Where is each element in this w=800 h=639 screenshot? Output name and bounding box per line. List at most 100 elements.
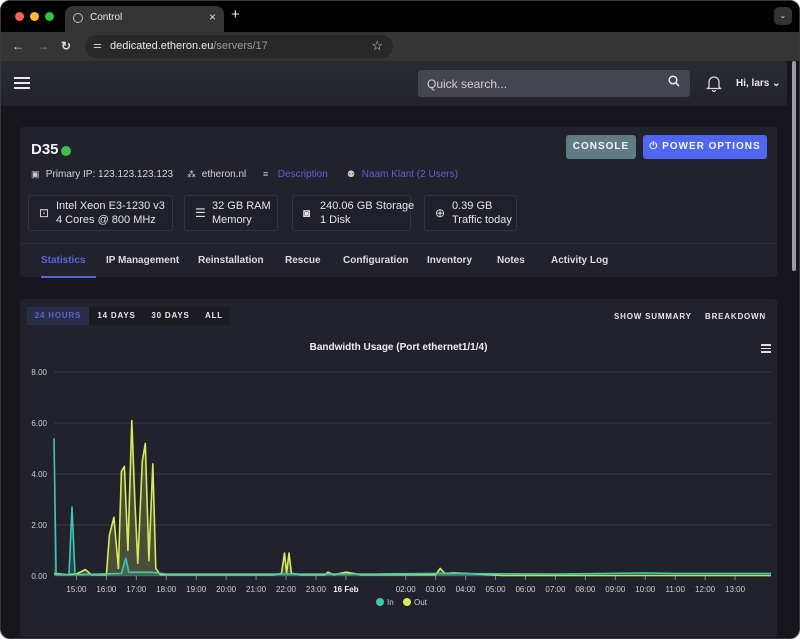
bandwidth-chart-card: 24 HOURS 14 DAYS 30 DAYS ALL SHOW SUMMAR…: [20, 299, 777, 637]
primary-ip: ▣ Primary IP: 123.123.123.123: [31, 169, 174, 180]
bandwidth-chart: 0.00 2.00 4.00 6.00 8.00 15:00 16:00 17:00 18:00…: [31, 368, 771, 607]
x-tick-label: 11:00: [665, 585, 685, 594]
x-tick-label: 03:00: [426, 585, 447, 594]
url-host: dedicated.etheron.eu: [110, 40, 214, 52]
active-tab-indicator: [41, 276, 96, 278]
tab-close-icon[interactable]: ×: [209, 10, 216, 24]
legend-marker-in: [376, 598, 384, 606]
tab-reinstallation[interactable]: Reinstallation: [198, 255, 264, 266]
power-icon: ⏻: [649, 141, 663, 152]
back-icon[interactable]: ←: [12, 39, 24, 53]
domain: ⁂ etheron.nl: [187, 169, 247, 180]
legend-label-out: Out: [414, 598, 428, 607]
tab-title: Control: [90, 12, 123, 23]
server-tabs: Statistics IP Management Reinstallation …: [20, 243, 777, 278]
x-tick-label: 19:00: [186, 585, 207, 594]
legend-marker-out: [403, 598, 411, 606]
network-icon: ⊕: [435, 206, 446, 220]
close-window-button[interactable]: [15, 12, 24, 21]
app-header: Quick search... Hi, lars ⌄: [1, 61, 787, 106]
ip-icon: ▣: [31, 169, 40, 179]
y-tick-label: 8.00: [31, 368, 47, 377]
x-tick-label: 09:00: [605, 585, 626, 594]
x-tick-label: 16:00: [96, 585, 117, 594]
quick-search-input[interactable]: Quick search...: [418, 70, 690, 97]
url-text[interactable]: dedicated.etheron.eu/servers/17: [110, 40, 268, 52]
server-name: D35: [31, 141, 59, 158]
maximize-window-button[interactable]: [45, 12, 54, 21]
x-tick-label: 12:00: [695, 585, 716, 594]
tab-rescue[interactable]: Rescue: [285, 255, 321, 266]
browser-tab[interactable]: Control ×: [65, 6, 224, 32]
tab-notes[interactable]: Notes: [497, 255, 525, 266]
browser-tab-bar: Control × + ⌄: [1, 1, 799, 32]
minimize-window-button[interactable]: [30, 12, 39, 21]
x-tick-label: 17:00: [126, 585, 147, 594]
description-lines-icon: ≡: [263, 169, 269, 179]
tab-activity-log[interactable]: Activity Log: [551, 255, 608, 266]
x-tick-label: 13:00: [725, 585, 746, 594]
tab-ip-management[interactable]: IP Management: [106, 255, 179, 266]
globe-icon: [73, 13, 83, 23]
x-tick-label: 07:00: [545, 585, 566, 594]
memory-icon: ☰: [195, 206, 206, 220]
cpu-icon: ⊡: [39, 206, 50, 220]
spec-cpu: ⊡ Intel Xeon E3-1230 v3 4 Cores @ 800 MH…: [28, 195, 173, 231]
series-line-in: [53, 438, 771, 576]
bookmark-star-icon[interactable]: ☆: [371, 38, 383, 54]
site-settings-icon[interactable]: ⚌: [93, 40, 102, 51]
x-tick-label: 02:00: [396, 585, 417, 594]
x-tick-label: 15:00: [66, 585, 87, 594]
x-tick-label: 21:00: [246, 585, 267, 594]
series-area-out: [54, 420, 771, 576]
series-line-out: [53, 419, 771, 577]
customer-link[interactable]: ⚉ Naam Klant (2 Users): [347, 169, 458, 180]
spec-traffic: ⊕ 0.39 GB Traffic today: [424, 195, 517, 231]
x-tick-label: 08:00: [575, 585, 596, 594]
page-content: Quick search... Hi, lars ⌄ D35 CONSOLE ⏻…: [1, 61, 799, 638]
notifications-bell-icon[interactable]: [706, 74, 722, 92]
tab-inventory[interactable]: Inventory: [427, 255, 472, 266]
forward-icon[interactable]: →: [37, 39, 49, 53]
url-path: /servers/17: [213, 40, 268, 52]
page-scrollbar[interactable]: [787, 61, 799, 638]
user-icon: ⚉: [347, 169, 356, 179]
tab-statistics[interactable]: Statistics: [41, 255, 85, 266]
y-tick-label: 0.00: [31, 572, 47, 581]
reload-icon[interactable]: ↻: [61, 39, 71, 53]
browser-toolbar: ← → ↻ ⚌ dedicated.etheron.eu/servers/17 …: [1, 32, 799, 61]
search-icon[interactable]: [668, 75, 680, 87]
user-menu[interactable]: Hi, lars ⌄: [736, 78, 781, 89]
x-tick-label: 04:00: [456, 585, 477, 594]
x-tick-label: 18:00: [156, 585, 177, 594]
new-tab-button[interactable]: +: [231, 6, 240, 23]
x-tick-label: 10:00: [635, 585, 656, 594]
x-tick-label: 23:00: [306, 585, 327, 594]
status-online-indicator: [61, 146, 71, 156]
y-tick-label: 6.00: [31, 419, 47, 428]
search-placeholder: Quick search...: [427, 77, 508, 91]
x-tick-label: 05:00: [486, 585, 507, 594]
x-tick-label: 20:00: [216, 585, 237, 594]
y-tick-label: 2.00: [31, 521, 47, 530]
series-area-in: [54, 438, 771, 576]
address-bar[interactable]: ⚌ dedicated.etheron.eu/servers/17 ☆: [85, 35, 393, 58]
x-tick-label: 22:00: [276, 585, 297, 594]
console-button[interactable]: CONSOLE: [566, 135, 636, 159]
description-link[interactable]: ≡ Description: [263, 169, 328, 180]
x-tick-label: 16 Feb: [333, 585, 358, 594]
disk-icon: ◙: [303, 206, 311, 220]
spec-storage: ◙ 240.06 GB Storage 1 Disk: [292, 195, 414, 231]
tab-search-button[interactable]: ⌄: [774, 7, 792, 25]
sitemap-icon: ⁂: [187, 169, 196, 179]
scrollbar-thumb[interactable]: [792, 61, 796, 271]
tab-configuration[interactable]: Configuration: [343, 255, 409, 266]
browser-window: Control × + ⌄ ← → ↻ ⚌ dedicated.etheron.…: [0, 0, 800, 639]
legend-label-in: In: [387, 598, 394, 607]
x-tick-label: 06:00: [515, 585, 536, 594]
spec-memory: ☰ 32 GB RAM Memory: [184, 195, 278, 231]
y-tick-label: 4.00: [31, 470, 47, 479]
power-options-button[interactable]: ⏻ POWER OPTIONS: [643, 135, 767, 159]
hamburger-menu-icon[interactable]: [14, 77, 30, 89]
server-overview-card: D35 CONSOLE ⏻ POWER OPTIONS ▣ Primary IP…: [20, 127, 777, 278]
